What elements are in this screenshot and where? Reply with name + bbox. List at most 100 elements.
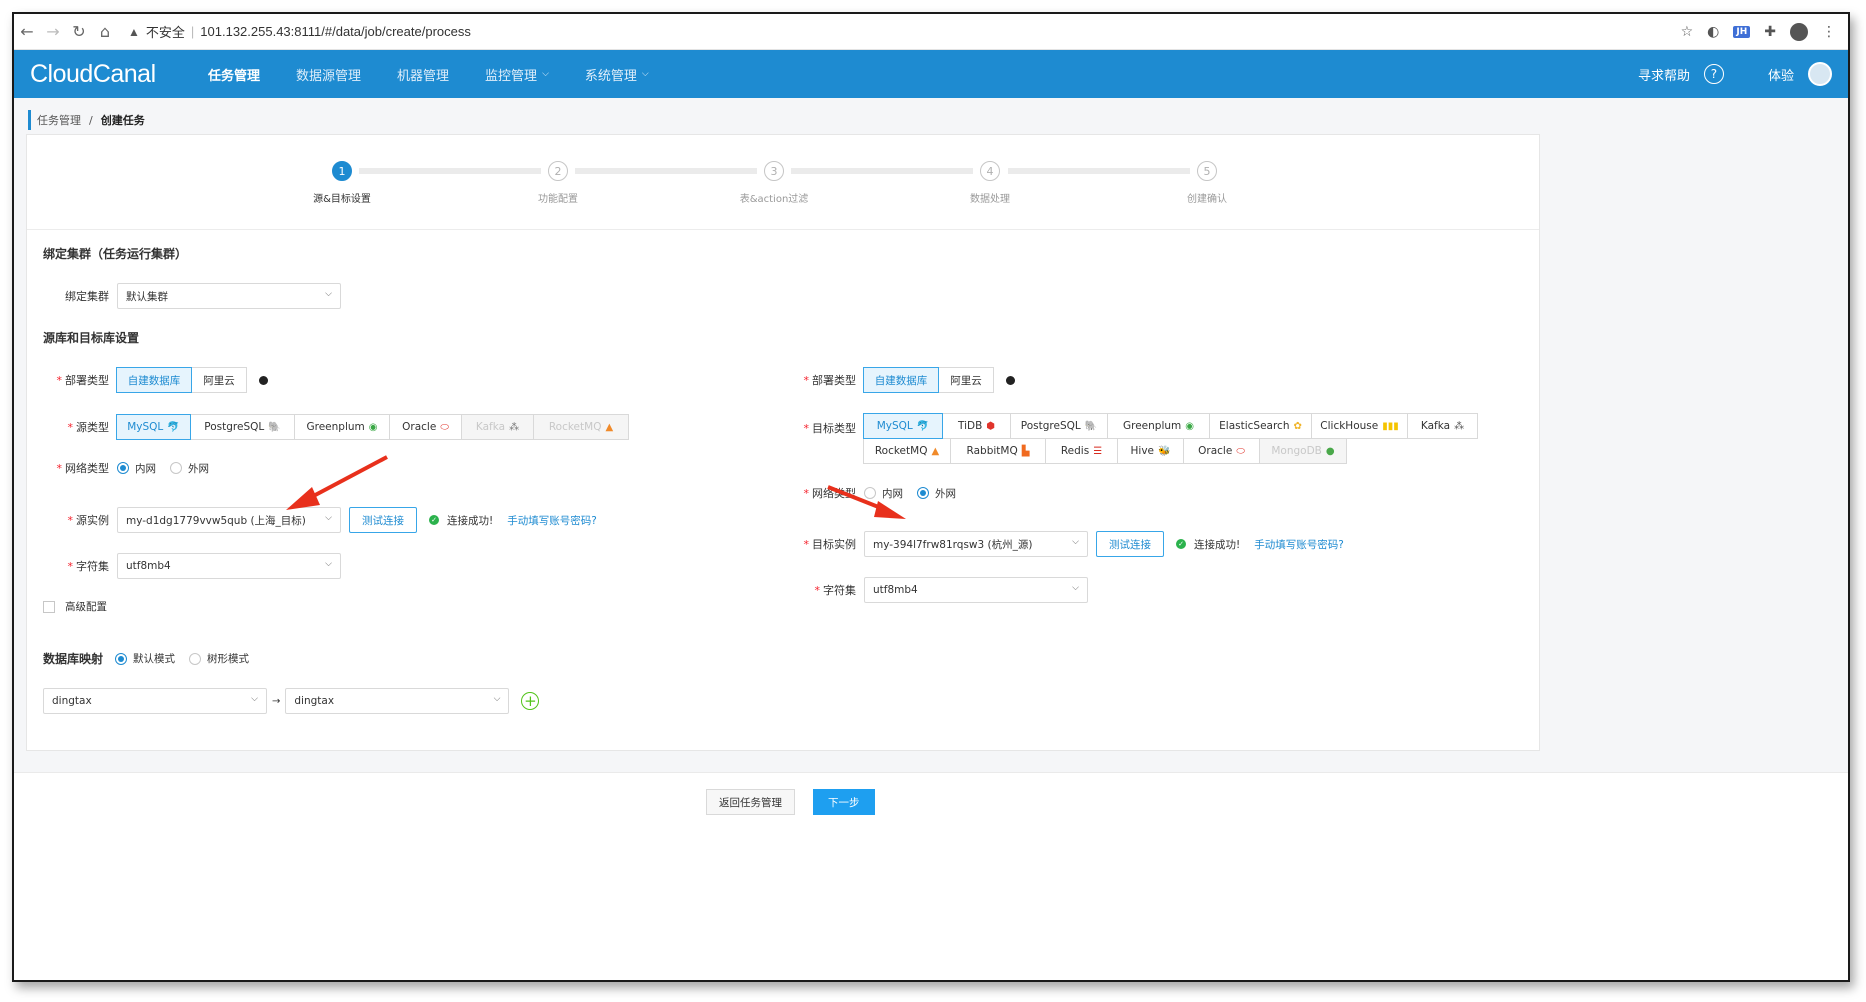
address-separator: |: [190, 24, 195, 39]
breadcrumb-parent[interactable]: 任务管理: [37, 112, 81, 128]
menu-item-label: 监控管理: [485, 68, 538, 84]
add-mapping-icon[interactable]: +: [521, 692, 540, 710]
target-charset-select[interactable]: utf8mb4 ⌵: [864, 577, 1088, 603]
kafka-icon: ⁂: [1454, 420, 1465, 432]
back-icon[interactable]: ←: [14, 22, 40, 41]
target-instance-select[interactable]: my-394l7frw81rqsw3 (杭州_源) ⌵: [864, 531, 1088, 557]
target-charset-value: utf8mb4: [873, 584, 918, 596]
menu-item-system[interactable]: 系统管理 ⌵: [567, 50, 667, 98]
reload-icon[interactable]: ↻: [66, 22, 92, 41]
target-type-oracle[interactable]: Oracle ⬭: [1183, 438, 1260, 464]
jh-extension-icon[interactable]: JH: [1733, 26, 1751, 38]
help-link[interactable]: 寻求帮助: [1638, 65, 1690, 84]
source-type-greenplum[interactable]: Greenplum ◉: [294, 414, 390, 440]
target-deploy-aliyun[interactable]: 阿里云: [938, 367, 994, 393]
advanced-config-checkbox[interactable]: [43, 600, 55, 613]
source-charset-label-text: 字符集: [76, 560, 109, 573]
type-label: Kafka: [475, 421, 506, 433]
target-deploy-selfhosted[interactable]: 自建数据库: [863, 367, 939, 393]
browser-toolbar: ← → ↻ ⌂ ▲ 不安全 | 101.132.255.43:8111/#/da…: [14, 14, 1848, 50]
target-instance-label: * 目标实例: [790, 536, 857, 552]
source-instance-label-text: 源实例: [76, 514, 109, 527]
type-label: RocketMQ: [548, 421, 602, 433]
source-network-intranet-radio[interactable]: [117, 462, 129, 474]
source-type-kafka[interactable]: Kafka ⁂: [461, 414, 534, 440]
target-type-redis[interactable]: Redis ☰: [1045, 438, 1118, 464]
forward-icon[interactable]: →: [40, 22, 66, 41]
footer-actions: 返回任务管理 下一步: [706, 789, 875, 815]
target-deploy-selector: 自建数据库 阿里云: [863, 367, 994, 393]
target-type-greenplum[interactable]: Greenplum ◉: [1107, 413, 1210, 439]
source-type-mysql[interactable]: MySQL 🐬: [116, 414, 191, 440]
menu-item-label: 机器管理: [397, 68, 450, 84]
required-mark: *: [56, 374, 63, 387]
target-db-select[interactable]: dingtax ⌵: [285, 688, 510, 714]
target-network-internet-radio[interactable]: [917, 487, 929, 499]
source-manual-credentials-link[interactable]: 手动填写账号密码?: [507, 513, 597, 528]
target-type-postgresql[interactable]: PostgreSQL 🐘: [1010, 413, 1108, 439]
target-type-kafka[interactable]: Kafka ⁂: [1407, 413, 1478, 439]
bookmark-star-icon[interactable]: ☆: [1681, 24, 1694, 40]
target-type-hive[interactable]: Hive 🐝: [1117, 438, 1184, 464]
step-number: 4: [980, 161, 1000, 181]
source-charset-select[interactable]: utf8mb4 ⌵: [117, 553, 341, 579]
menu-item-datasource[interactable]: 数据源管理: [278, 50, 379, 98]
source-type-rocketmq[interactable]: RocketMQ ▲: [533, 414, 629, 440]
browser-actions: ☆ ◐ JH ✚ ⋮: [1681, 14, 1836, 50]
user-avatar[interactable]: [1808, 62, 1832, 86]
menu-item-task[interactable]: 任务管理: [190, 50, 278, 98]
question-icon[interactable]: [259, 375, 268, 385]
next-step-button[interactable]: 下一步: [813, 789, 875, 815]
target-type-rocketmq[interactable]: RocketMQ ▲: [863, 438, 951, 464]
target-test-connection-button[interactable]: 测试连接: [1096, 531, 1164, 557]
browser-window: ← → ↻ ⌂ ▲ 不安全 | 101.132.255.43:8111/#/da…: [12, 12, 1850, 982]
source-type-oracle[interactable]: Oracle ⬭: [389, 414, 462, 440]
hive-icon: 🐝: [1158, 445, 1171, 457]
source-type-postgresql[interactable]: PostgreSQL 🐘: [190, 414, 295, 440]
required-mark: *: [67, 514, 74, 527]
user-name[interactable]: 体验: [1768, 65, 1794, 84]
source-db-select[interactable]: dingtax ⌵: [43, 688, 267, 714]
question-icon[interactable]: ?: [1703, 64, 1724, 84]
target-type-elasticsearch[interactable]: ElasticSearch ✿: [1209, 413, 1312, 439]
source-deploy-selector: 自建数据库 阿里云: [116, 367, 247, 393]
cloudcanal-logo[interactable]: CloudCanal: [30, 60, 190, 89]
back-to-tasks-button[interactable]: 返回任务管理: [706, 789, 795, 815]
source-network-internet-radio[interactable]: [170, 462, 182, 474]
cluster-value: 默认集群: [126, 290, 168, 303]
home-icon[interactable]: ⌂: [92, 22, 118, 41]
question-icon[interactable]: [1006, 375, 1015, 385]
address-bar[interactable]: ▲ 不安全 | 101.132.255.43:8111/#/data/job/c…: [128, 22, 471, 41]
mapping-default-radio[interactable]: [115, 652, 128, 665]
source-type-row: * 源类型 MySQL 🐬 PostgreSQL 🐘 Greenplum ◉ Oracl…: [43, 414, 629, 440]
step-number: 5: [1197, 161, 1217, 181]
target-type-mysql[interactable]: MySQL 🐬: [863, 413, 943, 439]
rocketmq-icon: ▲: [605, 421, 614, 433]
extension-icon[interactable]: ◐: [1707, 24, 1719, 40]
target-type-rabbitmq[interactable]: RabbitMQ ▙: [950, 438, 1046, 464]
more-menu-icon[interactable]: ⋮: [1822, 24, 1836, 40]
type-label: Hive: [1130, 445, 1155, 457]
menu-item-monitor[interactable]: 监控管理 ⌵: [467, 50, 567, 98]
cluster-select[interactable]: 默认集群 ⌵: [117, 283, 341, 309]
source-deploy-selfhosted[interactable]: 自建数据库: [116, 367, 192, 393]
target-type-mongodb[interactable]: MongoDB ●: [1259, 438, 1347, 464]
menu-item-machine[interactable]: 机器管理: [379, 50, 467, 98]
source-deploy-aliyun[interactable]: 阿里云: [191, 367, 247, 393]
target-type-clickhouse[interactable]: ClickHouse ▮▮▮: [1311, 413, 1408, 439]
menu-item-label: 系统管理: [584, 68, 637, 84]
oracle-icon: ⬭: [1236, 445, 1245, 457]
puzzle-icon[interactable]: ✚: [1764, 24, 1776, 40]
target-manual-credentials-link[interactable]: 手动填写账号密码?: [1254, 537, 1344, 552]
greenplum-icon: ◉: [1185, 420, 1194, 432]
source-type-selector: MySQL 🐬 PostgreSQL 🐘 Greenplum ◉ Oracle ⬭ Ka…: [116, 414, 629, 440]
profile-avatar[interactable]: [1790, 23, 1808, 41]
target-type-tidb[interactable]: TiDB ⬢: [942, 413, 1011, 439]
type-label: Oracle: [1198, 445, 1233, 457]
step-number: 3: [764, 161, 784, 181]
mapping-tree-radio[interactable]: [189, 652, 202, 665]
radio-label: 外网: [935, 487, 956, 500]
source-charset-row: * 字符集 utf8mb4 ⌵: [43, 553, 341, 579]
mongodb-icon: ●: [1325, 445, 1335, 457]
step-2: 2 功能配置: [478, 161, 638, 205]
